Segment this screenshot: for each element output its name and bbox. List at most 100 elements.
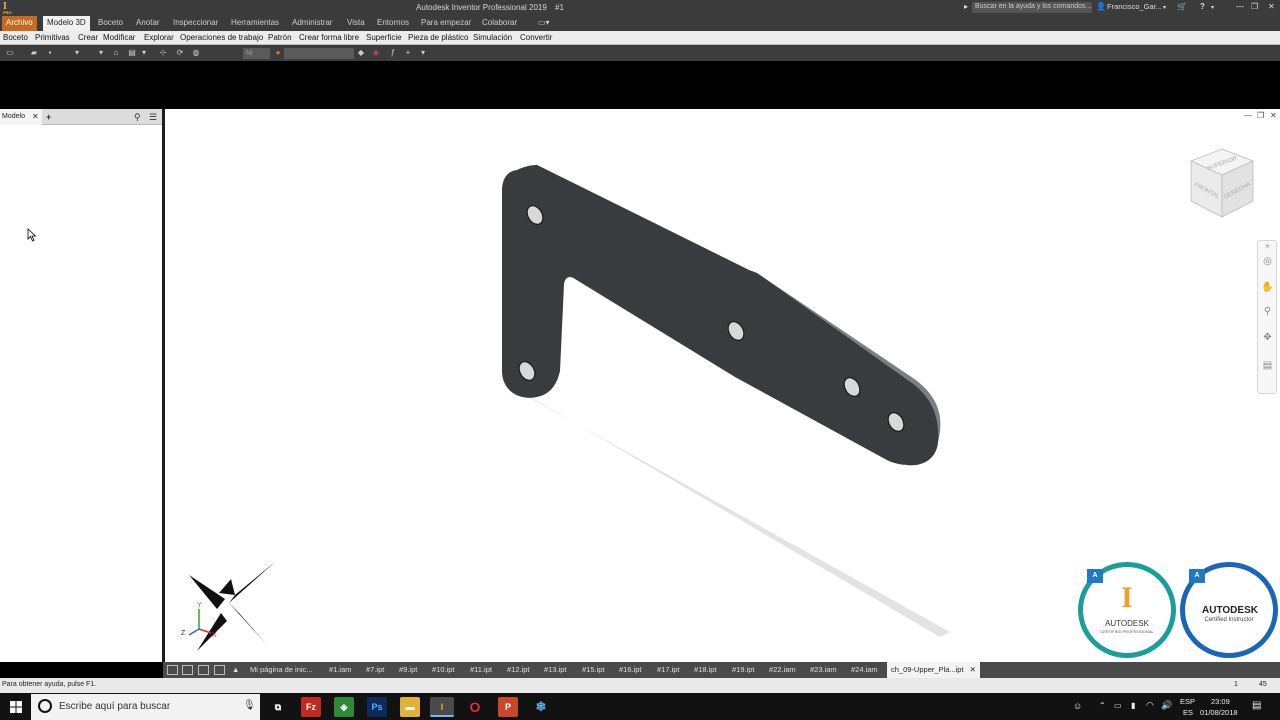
doc-tab[interactable]: #18.ipt (694, 665, 717, 674)
active-doc-close-icon[interactable]: ✕ (970, 665, 976, 674)
language-top[interactable]: ESP (1180, 697, 1195, 706)
panel-modificar[interactable]: Modificar (103, 33, 135, 42)
microphone-icon[interactable]: 🎙 (243, 700, 256, 711)
home-icon[interactable]: ⌂ (111, 48, 121, 58)
update-icon[interactable]: ⟳ (175, 48, 185, 58)
pan-icon[interactable]: ✋ (1261, 281, 1274, 294)
restore-icon[interactable]: ❐ (1251, 2, 1258, 11)
user-icon[interactable]: 👤 (1096, 2, 1106, 11)
windows-start-icon[interactable] (10, 701, 22, 713)
close-icon[interactable]: ✕ (1268, 2, 1275, 11)
adjust-icon[interactable]: ◆ (356, 48, 366, 58)
doc-tab[interactable]: #7.ipt (366, 665, 384, 674)
viewcube-graphic[interactable]: SUPERIOR FRONTAL DERECHA (1189, 147, 1255, 219)
panel-convertir[interactable]: Convertir (520, 33, 552, 42)
panel-boceto[interactable]: Boceto (3, 33, 28, 42)
tab-vista[interactable]: Vista (347, 18, 365, 27)
expand-arrow-icon[interactable]: ▸ (964, 2, 968, 11)
panel-primitivas[interactable]: Primitivas (35, 33, 70, 42)
doc-tab[interactable]: #19.ipt (732, 665, 755, 674)
panel-pieza-de-plastico[interactable]: Pieza de plástico (408, 33, 468, 42)
material-dropdown[interactable]: Ni (243, 48, 270, 59)
doc-tab[interactable]: #12.ipt (507, 665, 530, 674)
redo-dropdown-icon[interactable]: ▾ (96, 48, 106, 58)
home-up-arrow-icon[interactable]: ▲ (232, 665, 239, 674)
doc-tab[interactable]: #16.ipt (619, 665, 642, 674)
cart-icon[interactable]: 🛒 (1177, 2, 1187, 11)
browser-tab-modelo[interactable]: Modelo ✕ (0, 109, 42, 125)
doc-tab[interactable]: Mi página de inic... (250, 665, 313, 674)
battery-icon[interactable]: ▮ (1131, 701, 1135, 710)
help-search-input[interactable]: Buscar en la ayuda y los comandos... (972, 2, 1092, 13)
office-app-icon[interactable]: ◈ (334, 697, 354, 717)
panel-operaciones-de-trabajo[interactable]: Operaciones de trabajo (180, 33, 263, 42)
browser-add-tab-icon[interactable]: + (46, 112, 51, 122)
open-file-icon[interactable]: ▰ (29, 48, 39, 58)
doc-tab[interactable]: #1.iam (329, 665, 352, 674)
doc-tab[interactable]: #13.ipt (544, 665, 567, 674)
vault-app-icon[interactable]: ❄ (531, 697, 551, 717)
print-icon[interactable]: ▤ (127, 48, 137, 58)
doc-tab[interactable]: #17.ipt (657, 665, 680, 674)
powerpoint-app-icon[interactable]: P (498, 697, 518, 717)
tab-entornos[interactable]: Entornos (377, 18, 409, 27)
browser-search-icon[interactable]: ⚲ (134, 112, 141, 123)
tray-chevron-icon[interactable]: ⌃ (1099, 701, 1106, 710)
wifi-icon[interactable]: ◠ (1146, 700, 1154, 711)
file-explorer-app-icon[interactable]: ▬ (400, 697, 420, 717)
save-icon[interactable]: ▪ (45, 48, 55, 58)
inventor-app-icon[interactable]: I (430, 697, 454, 717)
tile-layout-icon[interactable] (182, 665, 193, 675)
panel-crear[interactable]: Crear (78, 33, 98, 42)
doc-tab[interactable]: #24.iam (851, 665, 878, 674)
look-at-icon[interactable]: ▤ (1261, 359, 1274, 372)
minimize-icon[interactable]: — (1236, 2, 1244, 11)
help-chevron-icon[interactable]: ▾ (1211, 4, 1214, 11)
doc-tab[interactable]: #11.ipt (470, 665, 492, 674)
language-bottom[interactable]: ES (1183, 708, 1193, 717)
zoom-icon[interactable]: ⚲ (1261, 305, 1274, 318)
task-view-icon[interactable]: ⧉ (268, 697, 288, 717)
tab-para-empezar[interactable]: Para empezar (421, 18, 471, 27)
doc-tab-active[interactable]: ch_09-Upper_Pla...ipt ✕ (887, 662, 980, 678)
doc-tab[interactable]: #15.ipt (582, 665, 605, 674)
tab-colaborar[interactable]: Colaborar (482, 18, 517, 27)
network-icon[interactable]: ▭ (1114, 701, 1122, 710)
user-name[interactable]: Francisco_Gar... (1107, 2, 1162, 11)
orbit-icon[interactable]: ✥ (1261, 331, 1274, 344)
browser-menu-icon[interactable]: ☰ (149, 112, 157, 123)
tab-archivo[interactable]: Archivo (2, 16, 37, 31)
opera-app-icon[interactable]: O (465, 697, 485, 717)
panel-superficie[interactable]: Superficie (366, 33, 402, 42)
people-icon[interactable]: ☺ (1073, 701, 1082, 711)
doc-tab[interactable]: #9.ipt (399, 665, 417, 674)
tab-anotar[interactable]: Anotar (136, 18, 160, 27)
volume-icon[interactable]: 🔊 (1161, 700, 1172, 711)
photoshop-app-icon[interactable]: Ps (367, 697, 387, 717)
horizontal-layout-icon[interactable] (198, 665, 209, 675)
customize-qat-icon[interactable]: ▾ (418, 48, 428, 58)
tab-herramientas[interactable]: Herramientas (231, 18, 279, 27)
user-menu-chevron-icon[interactable]: ▾ (1163, 4, 1166, 11)
undo-dropdown-icon[interactable]: ▾ (72, 48, 82, 58)
panel-simulacion[interactable]: Simulación (473, 33, 512, 42)
measure-icon[interactable]: + (403, 48, 413, 58)
taskbar-search-input[interactable]: Escribe aquí para buscar 🎙 (31, 694, 260, 720)
viewcube[interactable]: SUPERIOR FRONTAL DERECHA (1189, 147, 1255, 221)
doc-tab[interactable]: #22.iam (769, 665, 796, 674)
doc-tab[interactable]: #10.ipt (432, 665, 455, 674)
clock-date[interactable]: 01/08/2018 (1200, 708, 1238, 717)
clock-time[interactable]: 23:09 (1211, 697, 1230, 706)
tab-administrar[interactable]: Administrar (292, 18, 332, 27)
cascade-layout-icon[interactable] (167, 665, 178, 675)
browser-tab-close-icon[interactable]: ✕ (32, 112, 39, 121)
doc-tab[interactable]: #23.iam (810, 665, 837, 674)
tab-modelo-3d[interactable]: Modelo 3D (43, 16, 90, 31)
parameters-icon[interactable]: ƒ (388, 48, 398, 58)
panel-patron[interactable]: Patrón (268, 33, 292, 42)
notifications-icon[interactable]: ▤ (1252, 700, 1261, 711)
appearance-dropdown[interactable] (284, 48, 354, 59)
panel-explorar[interactable]: Explorar (144, 33, 174, 42)
panel-crear-forma-libre[interactable]: Crear forma libre (299, 33, 359, 42)
tab-inspeccionar[interactable]: Inspeccionar (173, 18, 218, 27)
